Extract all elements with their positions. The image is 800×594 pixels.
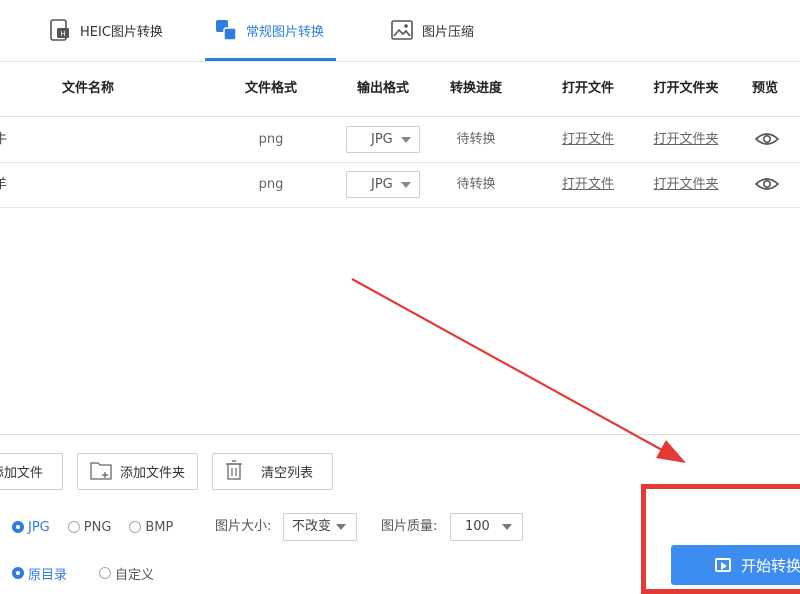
file-format: png — [258, 177, 284, 192]
open-file-link[interactable]: 打开文件 — [562, 162, 614, 207]
preview-eye-icon[interactable] — [754, 175, 780, 193]
radio-indicator — [67, 521, 80, 533]
column-header-open-folder: 打开文件夹 — [653, 81, 719, 96]
tab-label: HEIC图片转换 — [80, 24, 163, 40]
radio-indicator — [129, 521, 142, 533]
tab-bar: H HEIC图片转换 常规图片转换 图片压缩 — [0, 0, 800, 62]
image-quality-label: 图片质量: — [381, 519, 438, 534]
heic-file-icon: H — [48, 18, 72, 42]
chevron-down-icon — [336, 524, 346, 530]
tab-label: 常规图片转换 — [246, 24, 325, 40]
column-header-preview: 预览 — [751, 81, 779, 96]
play-icon — [715, 558, 731, 572]
svg-text:H: H — [60, 30, 65, 38]
radio-original-dir[interactable]: 原目录 — [12, 564, 67, 583]
image-size-select[interactable]: 不改变 — [283, 513, 357, 541]
convert-images-icon — [214, 18, 238, 42]
start-convert-button[interactable]: 开始转换 — [671, 545, 800, 585]
add-folder-icon — [90, 460, 112, 484]
radio-indicator — [12, 521, 24, 533]
column-header-filename: 文件名称 — [61, 81, 115, 96]
clear-list-button[interactable]: 清空列表 — [212, 453, 333, 490]
open-folder-link[interactable]: 打开文件夹 — [653, 117, 718, 162]
radio-custom-dir[interactable]: 自定义 — [99, 564, 154, 583]
table-row[interactable]: 牛 png JPG 待转换 打开文件 打开文件夹 — [0, 117, 800, 163]
column-header-output: 输出格式 — [356, 81, 410, 96]
file-name: 羊 — [0, 177, 8, 192]
divider — [0, 434, 800, 435]
output-dir-radio-group: 原目录 自定义 — [12, 563, 172, 583]
tab-heic-convert[interactable]: H HEIC图片转换 — [48, 10, 163, 50]
add-file-button[interactable]: 添加文件 — [0, 453, 63, 490]
file-name: 牛 — [0, 132, 8, 147]
chevron-down-icon — [502, 524, 512, 530]
table-row[interactable]: 羊 png JPG 待转换 打开文件 打开文件夹 — [0, 162, 800, 208]
preview-eye-icon[interactable] — [754, 130, 780, 148]
radio-bmp[interactable]: BMP — [129, 520, 173, 535]
radio-png[interactable]: PNG — [67, 520, 111, 535]
radio-indicator — [12, 567, 24, 579]
image-quality-select[interactable]: 100 — [450, 513, 523, 541]
open-file-link[interactable]: 打开文件 — [562, 117, 614, 162]
chevron-down-icon — [401, 137, 411, 143]
progress-status: 待转换 — [456, 132, 496, 147]
column-header-format: 文件格式 — [244, 81, 298, 96]
tab-label: 图片压缩 — [422, 24, 475, 40]
image-compress-icon — [390, 18, 414, 42]
progress-status: 待转换 — [456, 177, 496, 192]
output-format-select[interactable]: JPG — [346, 171, 420, 198]
output-format-select[interactable]: JPG — [346, 126, 420, 153]
column-header-progress: 转换进度 — [449, 81, 503, 96]
column-header-open-file: 打开文件 — [561, 81, 615, 96]
radio-jpg[interactable]: JPG — [12, 520, 50, 535]
radio-indicator — [99, 567, 112, 579]
chevron-down-icon — [401, 182, 411, 188]
image-size-label: 图片大小: — [215, 519, 272, 534]
trash-icon — [225, 459, 243, 484]
file-format: png — [258, 132, 284, 147]
tab-image-compress[interactable]: 图片压缩 — [390, 10, 474, 50]
open-folder-link[interactable]: 打开文件夹 — [653, 162, 718, 207]
output-format-radio-group: JPG PNG BMP — [12, 517, 191, 537]
tab-regular-convert[interactable]: 常规图片转换 — [214, 10, 324, 50]
add-folder-button[interactable]: 添加文件夹 — [77, 453, 198, 490]
table-header: 文件名称 文件格式 输出格式 转换进度 打开文件 打开文件夹 预览 — [0, 62, 800, 117]
